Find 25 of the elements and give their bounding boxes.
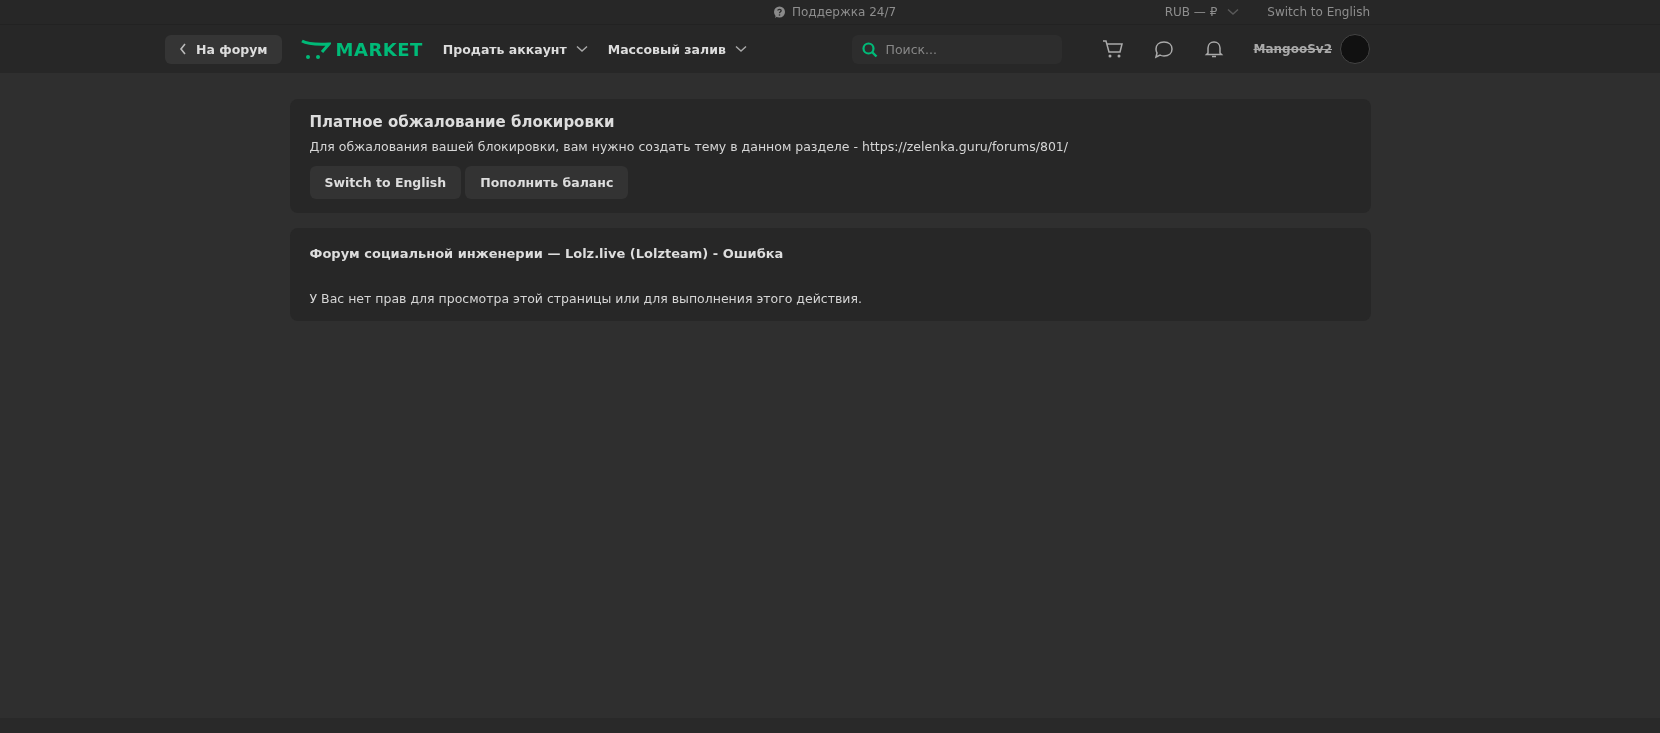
nav-menu[interactable]: Продать аккаунт <box>442 41 588 57</box>
back-button[interactable]: На форум <box>165 34 282 64</box>
error-title: Форум социальной инженерии — Lolz.live (Lolzteam) - Ошибка <box>309 246 785 261</box>
cart-icon[interactable] <box>1101 39 1124 59</box>
error-message: У Вас нет прав для просмотра этой страницы или для выполнения этого действия. <box>309 291 863 306</box>
support-link[interactable]: Поддержка 24/7 <box>792 5 897 19</box>
action-button[interactable]: Пополнить баланс <box>465 166 629 199</box>
notice-text: Для обжалования вашей блокировки, вам нужно создать тему в данном разделе - https://zelenka.guru/forums/801/ <box>309 139 1069 154</box>
chevron-left-icon <box>179 43 187 55</box>
chevron-down-icon <box>734 45 747 53</box>
username-link[interactable]: MangooSv2 <box>1253 42 1332 56</box>
action-button[interactable]: Switch to English <box>309 166 462 199</box>
cart-logo-icon <box>300 38 331 60</box>
chevron-down-icon <box>1227 8 1240 16</box>
bell-icon[interactable] <box>1203 39 1224 59</box>
help-icon <box>773 5 786 19</box>
chevron-down-icon <box>575 45 588 53</box>
search-field[interactable]: Поиск... <box>851 34 1062 64</box>
logo-text: MARKET <box>335 38 423 60</box>
chat-bubble-icon[interactable] <box>1153 39 1174 59</box>
language-link[interactable]: Switch to English <box>1267 5 1370 19</box>
currency-selector[interactable]: RUB — ₽ <box>1164 5 1240 19</box>
nav-menu[interactable]: Массовый залив <box>607 41 747 57</box>
notice-title: Платное обжалование блокировки <box>309 113 616 131</box>
market-logo[interactable]: MARKET <box>300 38 423 60</box>
